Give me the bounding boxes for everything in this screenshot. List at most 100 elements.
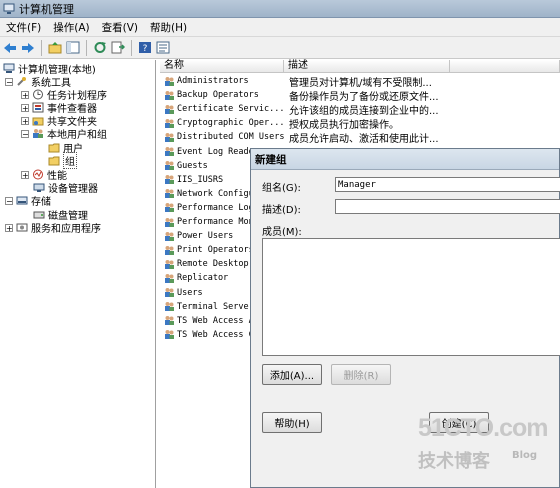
console-tree: 计算机管理(本地) − 系统工具 + 任务计划程序 + 事件查看器 + 共享文件… xyxy=(0,60,156,488)
expand-icon[interactable]: + xyxy=(5,223,13,232)
row-name: Backup Operators xyxy=(177,90,259,101)
export-list-button[interactable] xyxy=(110,40,126,56)
dialog-title: 新建组 xyxy=(251,149,559,170)
add-member-button[interactable]: 添加(A)... xyxy=(262,364,322,385)
row-name: Certificate Servic... xyxy=(177,104,285,115)
description-label: 描述(D): xyxy=(262,205,301,216)
column-header-description[interactable]: 描述 xyxy=(284,60,450,73)
menu-bar: 文件(F) 操作(A) 查看(V) 帮助(H) xyxy=(0,18,560,37)
tree-item-services-apps[interactable]: + 服务和应用程序 xyxy=(5,221,101,235)
column-header-name[interactable]: 名称 xyxy=(160,60,284,73)
group-icon xyxy=(165,273,174,283)
toolbar-separator xyxy=(131,39,132,56)
column-header-empty xyxy=(450,60,560,73)
refresh-icon xyxy=(94,42,106,53)
event-log-icon xyxy=(32,102,44,113)
row-description: 管理员对计算机/域有不受限制... xyxy=(289,77,432,89)
refresh-button[interactable] xyxy=(92,40,108,56)
watermark-site: 51CTO.com xyxy=(418,414,548,442)
group-icon xyxy=(165,132,174,142)
watermark-blog: Blog xyxy=(512,450,538,461)
table-row[interactable]: Cryptographic Oper... 授权成员执行加密操作。 xyxy=(160,116,560,131)
table-row[interactable]: Distributed COM Users 成员允许启动、激活和使用此计... xyxy=(160,130,560,145)
table-row[interactable]: Certificate Servic... 允许该组的成员连接到企业中的... xyxy=(160,102,560,117)
window-title: 计算机管理 xyxy=(19,2,74,16)
console-tree-icon xyxy=(66,41,80,54)
group-icon xyxy=(165,76,174,86)
row-description: 成员允许启动、激活和使用此计... xyxy=(289,133,439,145)
svg-text:?: ? xyxy=(143,44,148,54)
group-icon xyxy=(165,161,174,171)
tree-label-device-manager: 设备管理器 xyxy=(48,184,98,195)
tree-label-local-users-groups: 本地用户和组 xyxy=(47,130,107,141)
collapse-icon[interactable]: − xyxy=(5,77,13,86)
group-icon xyxy=(165,231,174,241)
tree-label-services-apps: 服务和应用程序 xyxy=(31,224,101,235)
members-listbox[interactable] xyxy=(262,238,560,356)
table-row[interactable]: Backup Operators 备份操作员为了备份或还原文件... xyxy=(160,88,560,103)
help-icon: ? xyxy=(139,42,151,54)
group-icon xyxy=(165,288,174,297)
folder-icon xyxy=(48,156,60,166)
row-description: 允许该组的成员连接到企业中的... xyxy=(289,105,439,117)
tree-item-groups[interactable]: 组 xyxy=(48,152,77,169)
menu-file[interactable]: 文件(F) xyxy=(0,20,47,35)
tools-icon xyxy=(17,77,26,86)
expand-icon[interactable]: + xyxy=(21,116,29,125)
storage-icon xyxy=(16,196,28,205)
services-icon xyxy=(16,223,28,232)
group-icon xyxy=(165,175,174,185)
group-icon xyxy=(165,189,174,199)
group-name-input[interactable]: Manager xyxy=(335,177,560,192)
description-input[interactable] xyxy=(335,199,560,214)
collapse-icon[interactable]: − xyxy=(5,196,13,205)
clock-icon xyxy=(33,89,43,100)
toolbar-separator xyxy=(41,39,42,56)
toolbar: ? xyxy=(0,37,560,59)
row-description: 备份操作员为了备份或还原文件... xyxy=(289,91,439,103)
expand-icon[interactable]: + xyxy=(21,90,29,99)
users-icon xyxy=(33,129,43,138)
device-manager-icon xyxy=(33,183,45,192)
forward-button[interactable] xyxy=(20,40,36,56)
properties-button[interactable] xyxy=(155,40,171,56)
group-name-label: 组名(G): xyxy=(262,183,301,194)
menu-action[interactable]: 操作(A) xyxy=(47,20,95,35)
row-name: Administrators xyxy=(177,76,249,86)
group-icon xyxy=(165,217,174,227)
properties-icon xyxy=(156,41,170,54)
group-icon xyxy=(165,118,174,128)
row-description: 授权成员执行加密操作。 xyxy=(289,119,399,131)
title-bar: 计算机管理 xyxy=(0,0,560,18)
back-button[interactable] xyxy=(2,40,18,56)
group-icon xyxy=(165,147,174,156)
forward-arrow-icon xyxy=(22,42,34,53)
watermark-tech-blog: 技术博客 xyxy=(418,451,490,472)
group-icon xyxy=(165,90,174,100)
tree-label-storage: 存储 xyxy=(31,197,51,208)
tree-item-storage[interactable]: − 存储 xyxy=(5,194,51,208)
folder-icon xyxy=(48,143,60,153)
menu-view[interactable]: 查看(V) xyxy=(96,20,144,35)
remove-member-button[interactable]: 删除(R) xyxy=(331,364,391,385)
group-icon xyxy=(165,302,174,312)
disk-icon xyxy=(33,211,45,219)
show-hide-tree-button[interactable] xyxy=(65,40,81,56)
members-label: 成员(M): xyxy=(262,227,302,238)
export-icon xyxy=(111,41,125,54)
group-icon xyxy=(165,316,174,326)
table-row[interactable]: Administrators 管理员对计算机/域有不受限制... xyxy=(160,74,560,89)
help-toolbar-button[interactable]: ? xyxy=(137,40,153,56)
expand-icon[interactable]: + xyxy=(21,103,29,112)
up-folder-icon xyxy=(48,42,62,54)
collapse-icon[interactable]: − xyxy=(21,129,29,138)
tree-item-local-users-groups[interactable]: − 本地用户和组 xyxy=(21,127,107,141)
toolbar-separator xyxy=(86,39,87,56)
up-level-button[interactable] xyxy=(47,40,63,56)
computer-management-icon xyxy=(3,3,15,14)
expand-icon[interactable]: + xyxy=(21,170,29,179)
row-name: Cryptographic Oper... xyxy=(177,118,285,129)
help-button[interactable]: 帮助(H) xyxy=(262,412,322,433)
menu-help[interactable]: 帮助(H) xyxy=(144,20,193,35)
group-icon xyxy=(165,245,174,255)
